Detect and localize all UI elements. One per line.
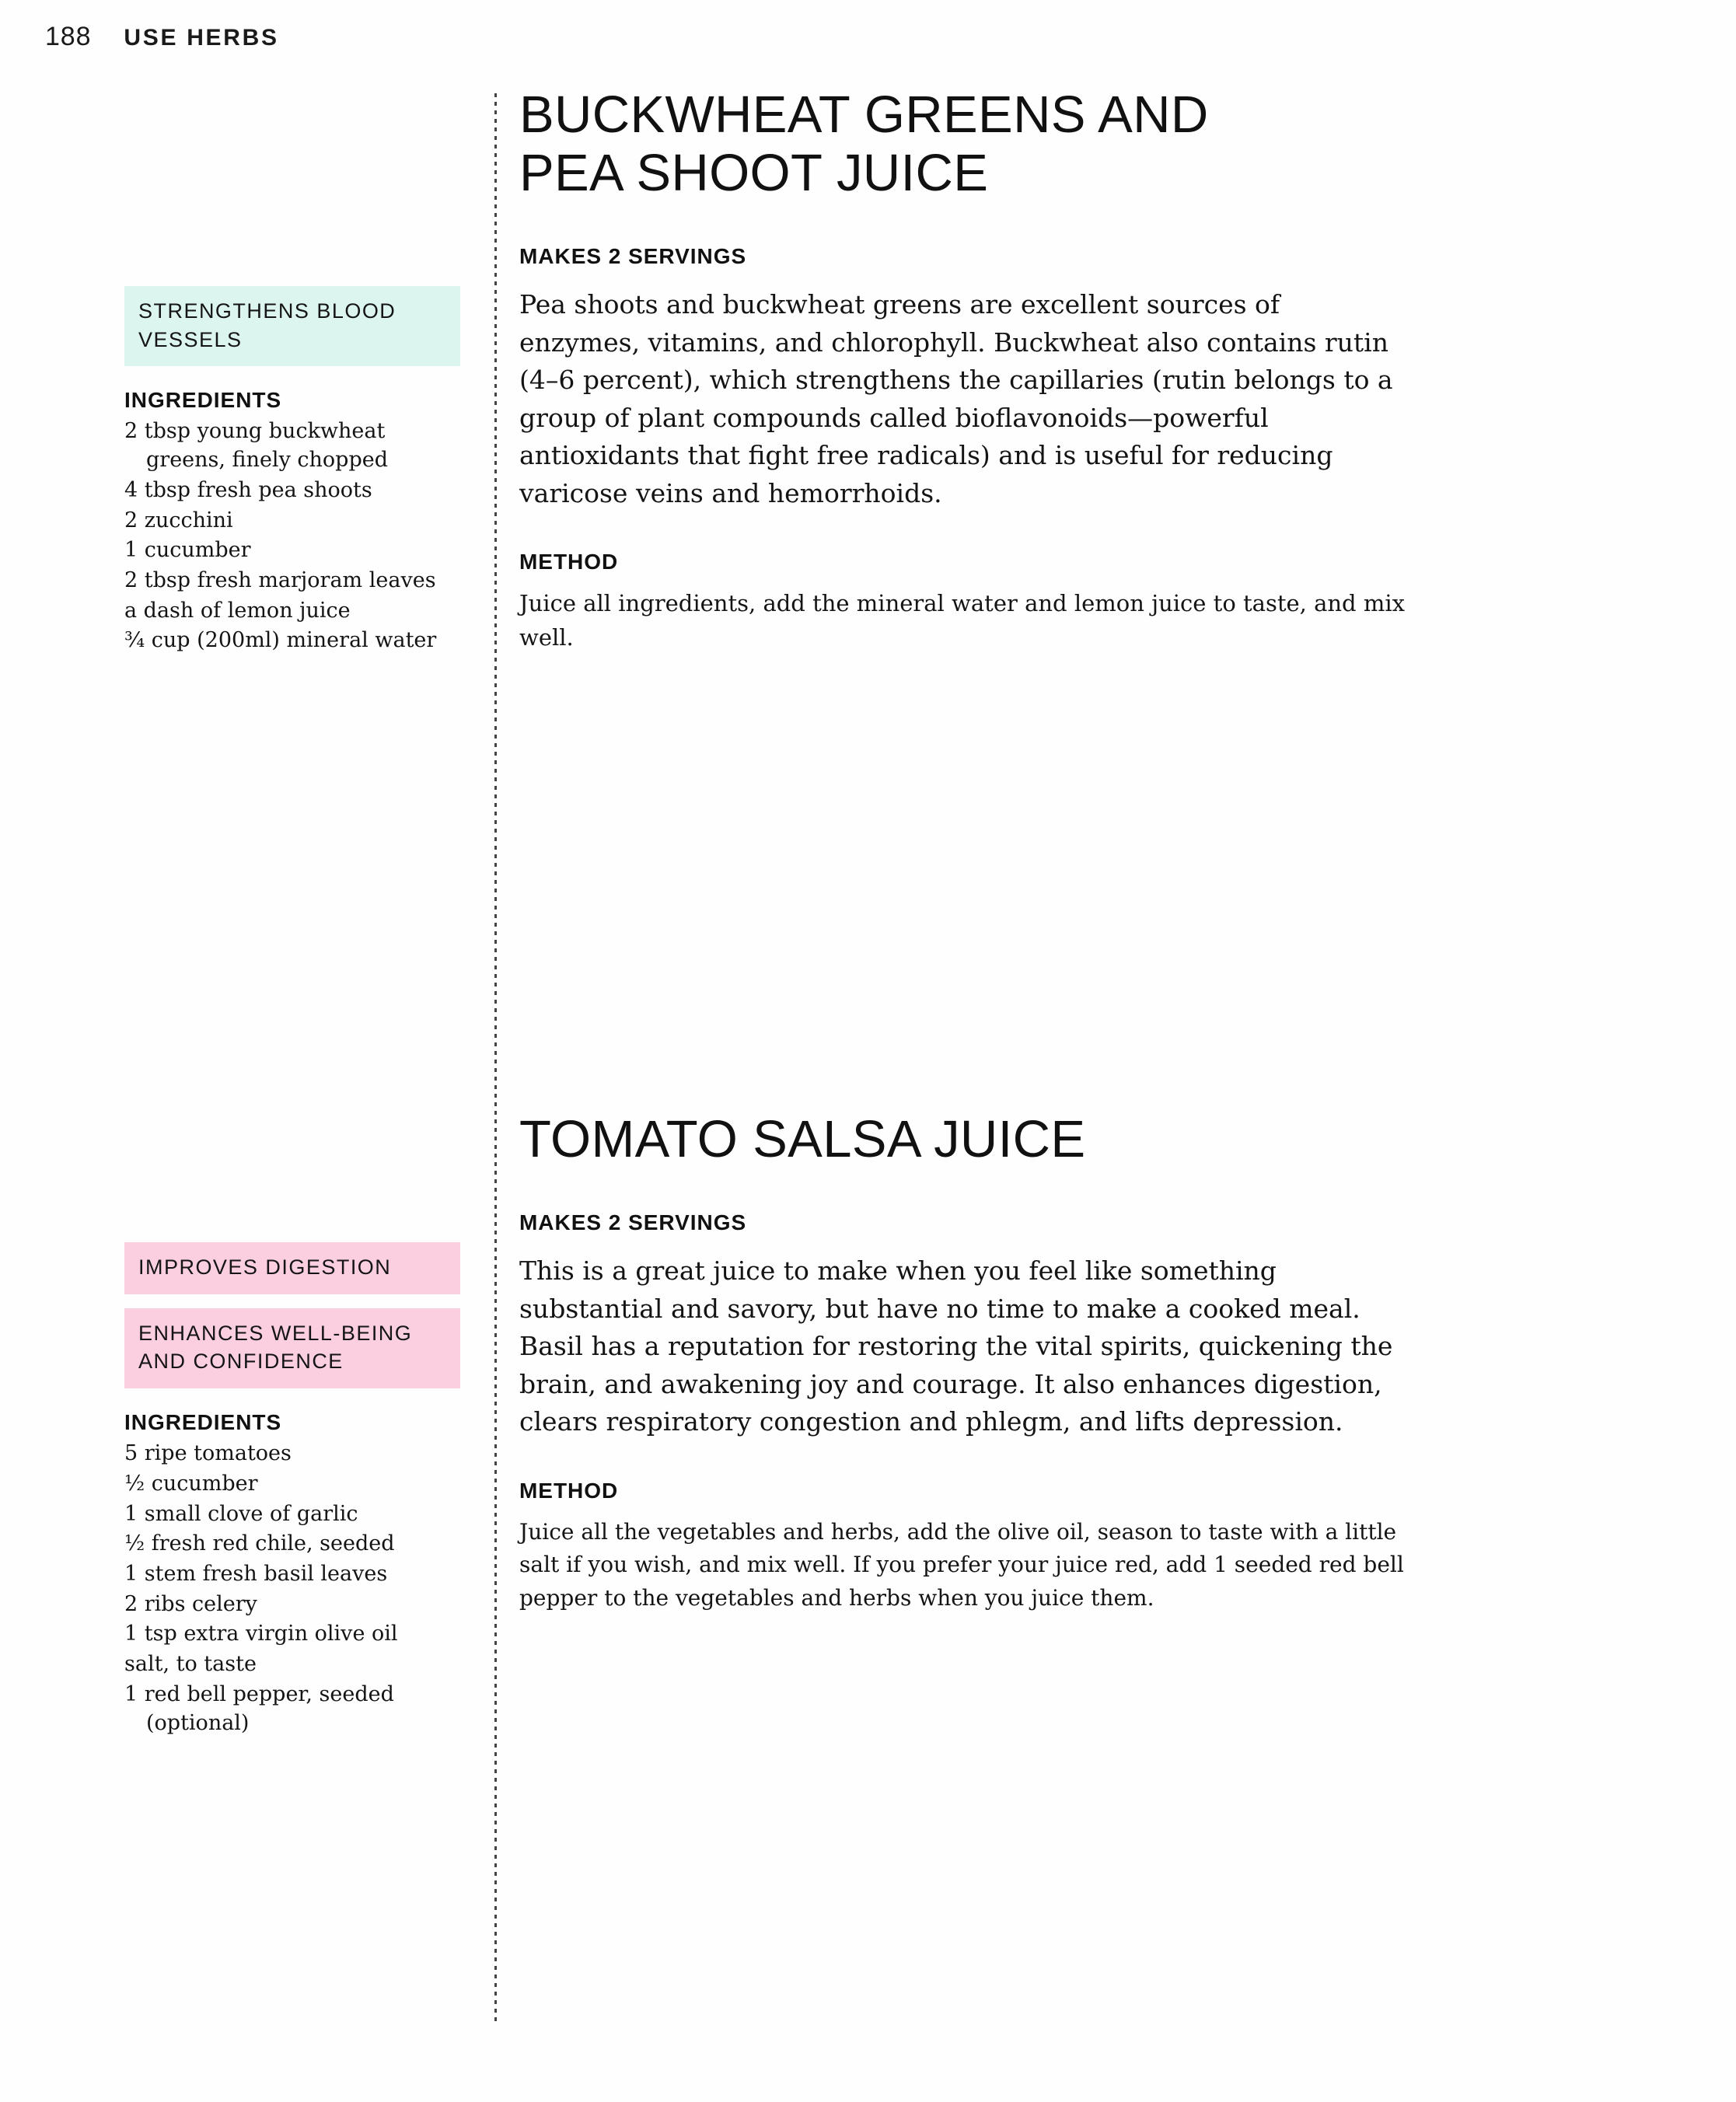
list-item: 1 tsp extra virgin olive oil [124, 1622, 398, 1646]
method-body-recipe-2: Juice all the vegetables and herbs, add … [519, 1518, 1404, 1611]
list-item: 2 zucchini [124, 508, 233, 532]
intro-paragraph-recipe-1: Pea shoots and buckwheat greens are exce… [519, 289, 1393, 508]
column-divider-dotted-rule [494, 93, 497, 2021]
recipe-title-line: PEA SHOOT JUICE [519, 144, 989, 203]
running-header: 188 USE HERBS [45, 22, 279, 52]
list-item: 2 tbsp fresh marjoram leaves [124, 568, 436, 593]
page-canvas: 188 USE HERBS STRENGTHENS BLOOD VESSELS … [0, 0, 1736, 2102]
method-heading-recipe-2: METHOD [519, 1478, 619, 1503]
recipe-title-line: TOMATO SALSA JUICE [519, 1110, 1086, 1168]
recipe-2-sidebar: IMPROVES DIGESTION ENHANCES WELL-BEING A… [124, 1242, 460, 1739]
list-item: 5 ripe tomatoes [124, 1441, 292, 1466]
recipe-title-tomato-salsa-juice: TOMATO SALSA JUICE [519, 1110, 1406, 1168]
list-item: ¾ cup (200ml) mineral water [124, 628, 437, 653]
list-item: 2 tbsp young buckwheat greens, finely ch… [124, 419, 389, 473]
ingredient-list-recipe-1: 2 tbsp young buckwheat greens, finely ch… [124, 417, 460, 655]
list-item: salt, to taste [124, 1652, 257, 1677]
benefit-tag-enhances-well-being-and-confidence: ENHANCES WELL-BEING AND CONFIDENCE [124, 1308, 460, 1389]
servings-label-recipe-2: MAKES 2 SERVINGS [519, 1210, 747, 1235]
ingredients-heading-recipe-2: INGREDIENTS [124, 1410, 282, 1435]
recipe-title-buckwheat-greens-and-pea-shoot-juice: BUCKWHEAT GREENS AND PEA SHOOT JUICE [519, 86, 1406, 202]
recipe-1-sidebar: STRENGTHENS BLOOD VESSELS INGREDIENTS 2 … [124, 286, 460, 657]
method-body-recipe-1: Juice all ingredients, add the mineral w… [519, 590, 1405, 651]
method-heading-recipe-1: METHOD [519, 550, 619, 574]
list-item: 1 cucumber [124, 538, 251, 563]
running-section-title: USE HERBS [124, 25, 279, 51]
recipe-2-content: TOMATO SALSA JUICE MAKES 2 SERVINGS This… [519, 1110, 1406, 1615]
benefit-tag-strengthens-blood-vessels: STRENGTHENS BLOOD VESSELS [124, 286, 460, 367]
list-item: 4 tbsp fresh pea shoots [124, 477, 372, 502]
servings-label-recipe-1: MAKES 2 SERVINGS [519, 244, 747, 269]
ingredients-heading-recipe-1: INGREDIENTS [124, 388, 282, 413]
list-item: ½ fresh red chile, seeded [124, 1531, 395, 1556]
list-item: 2 ribs celery [124, 1591, 257, 1616]
recipe-1-content: BUCKWHEAT GREENS AND PEA SHOOT JUICE MAK… [519, 86, 1406, 655]
list-item: a dash of lemon juice [124, 598, 351, 623]
list-item: 1 red bell pepper, seeded (optional) [124, 1681, 394, 1735]
page-number: 188 [45, 22, 92, 51]
list-item: 1 small clove of garlic [124, 1501, 358, 1526]
benefit-tag-improves-digestion: IMPROVES DIGESTION [124, 1242, 460, 1294]
ingredient-list-recipe-2: 5 ripe tomatoes ½ cucumber 1 small clove… [124, 1440, 460, 1737]
recipe-title-line: BUCKWHEAT GREENS AND [519, 86, 1209, 144]
list-item: 1 stem fresh basil leaves [124, 1562, 388, 1587]
intro-paragraph-recipe-2: This is a great juice to make when you f… [519, 1255, 1393, 1437]
list-item: ½ cucumber [124, 1471, 258, 1496]
